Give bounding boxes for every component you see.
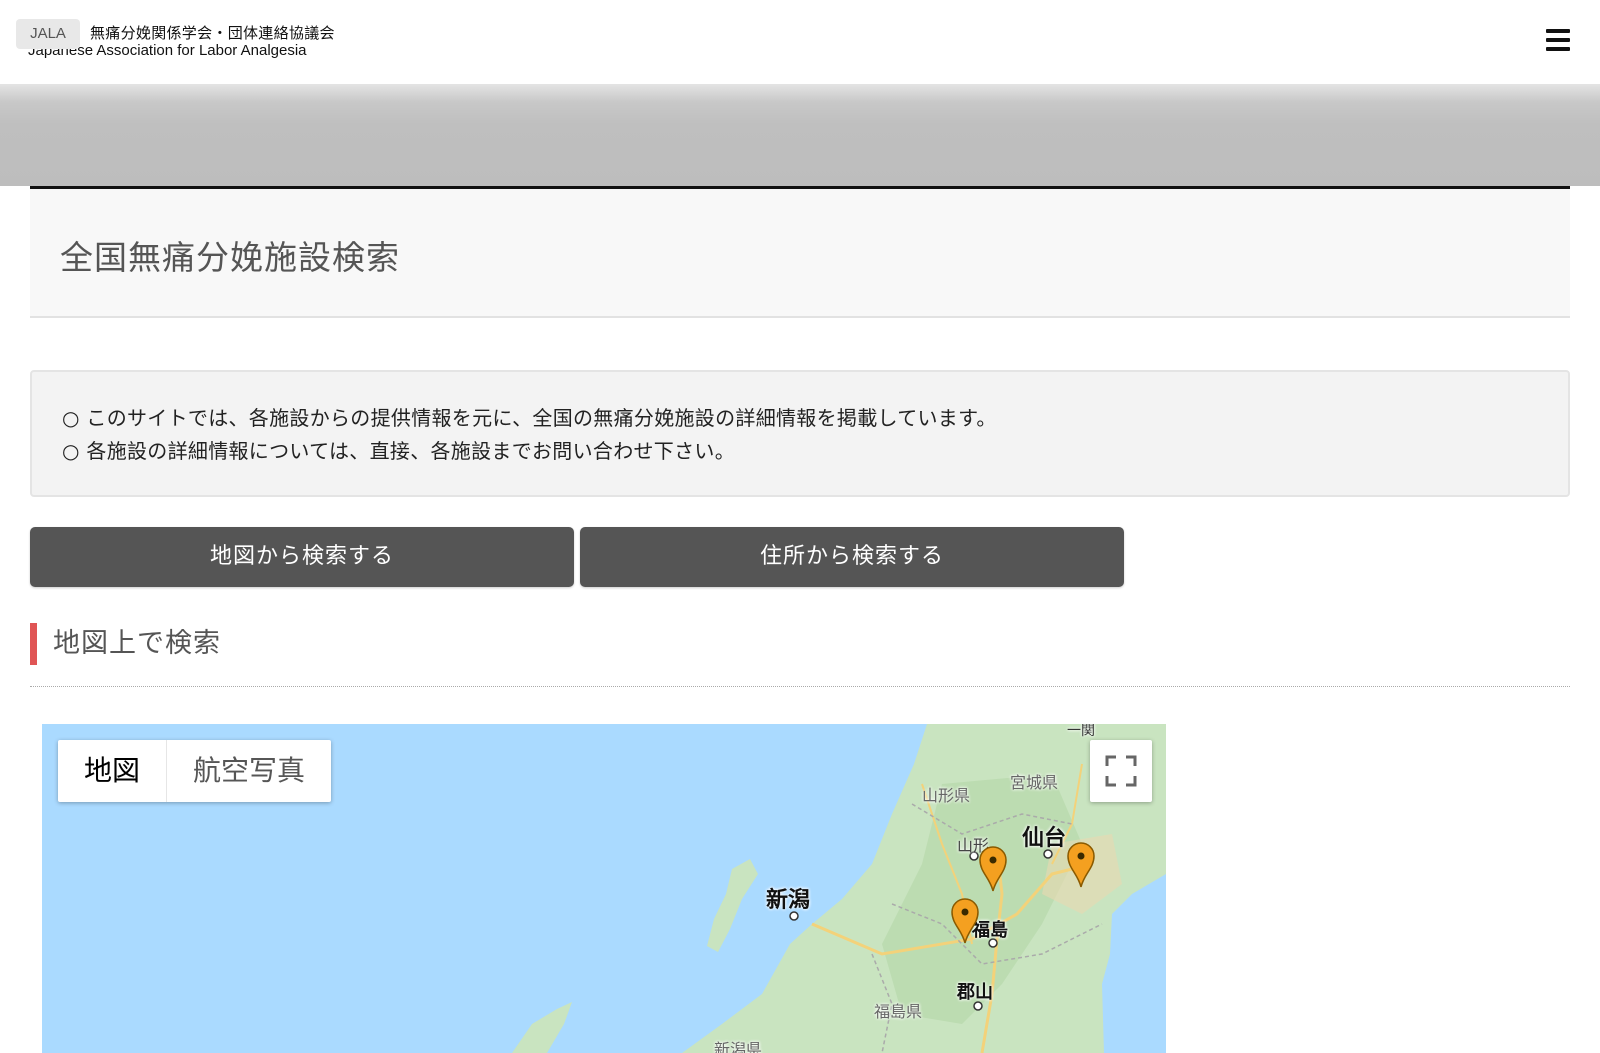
logo-badge: JALA xyxy=(16,19,80,49)
fullscreen-icon[interactable] xyxy=(1090,740,1152,802)
map-label-niigata-pref: 新潟県 xyxy=(714,1040,763,1053)
map-type-control: 地図 航空写真 xyxy=(58,740,332,802)
section-divider xyxy=(30,686,1570,687)
map-pin-icon[interactable] xyxy=(1066,840,1096,888)
notice-item: ○ このサイトでは、各施設からの提供情報を元に、全国の無痛分娩施設の詳細情報を掲… xyxy=(62,406,997,430)
notice-box: ○ このサイトでは、各施設からの提供情報を元に、全国の無痛分娩施設の詳細情報を掲… xyxy=(30,370,1570,497)
map-type-map-button[interactable]: 地図 xyxy=(58,740,168,802)
map-label-yamagata-pref: 山形県 xyxy=(922,786,971,805)
hamburger-menu-icon[interactable] xyxy=(1546,29,1570,51)
facility-map[interactable]: 新潟 仙台 福島 郡山 山形 山形県 宮城県 福島県 新潟県 一関 地図 航空写… xyxy=(42,724,1166,1053)
map-label-sendai: 仙台 xyxy=(1022,826,1067,851)
section-heading: 地図上で検索 xyxy=(30,623,221,665)
map-pin-icon[interactable] xyxy=(950,896,980,944)
logo-japanese-name: 無痛分娩関係学会・団体連絡協議会 xyxy=(90,24,335,42)
page-title: 全国無痛分娩施設検索 xyxy=(60,238,400,277)
map-label-niigata: 新潟 xyxy=(766,888,811,913)
map-pin-icon[interactable] xyxy=(978,844,1008,892)
header-banner xyxy=(0,84,1600,186)
search-by-map-button[interactable]: 地図から検索する xyxy=(30,527,574,587)
map-label-miyagi-pref: 宮城県 xyxy=(1010,773,1059,792)
site-logo[interactable]: JALA 無痛分娩関係学会・団体連絡協議会 Japanese Associati… xyxy=(16,18,356,62)
map-label-koriyama: 郡山 xyxy=(957,982,993,1003)
title-panel: 全国無痛分娩施設検索 xyxy=(30,186,1570,318)
site-header: JALA 無痛分娩関係学会・団体連絡協議会 Japanese Associati… xyxy=(0,0,1600,84)
notice-list: ○ このサイトでは、各施設からの提供情報を元に、全国の無痛分娩施設の詳細情報を掲… xyxy=(62,402,997,468)
map-label-ichinoseki: 一関 xyxy=(1067,724,1095,739)
map-type-satellite-button[interactable]: 航空写真 xyxy=(167,740,331,802)
map-label-fukushima-pref: 福島県 xyxy=(874,1002,923,1021)
notice-item: ○ 各施設の詳細情報については、直接、各施設までお問い合わせ下さい。 xyxy=(62,439,736,463)
search-by-address-button[interactable]: 住所から検索する xyxy=(580,527,1124,587)
